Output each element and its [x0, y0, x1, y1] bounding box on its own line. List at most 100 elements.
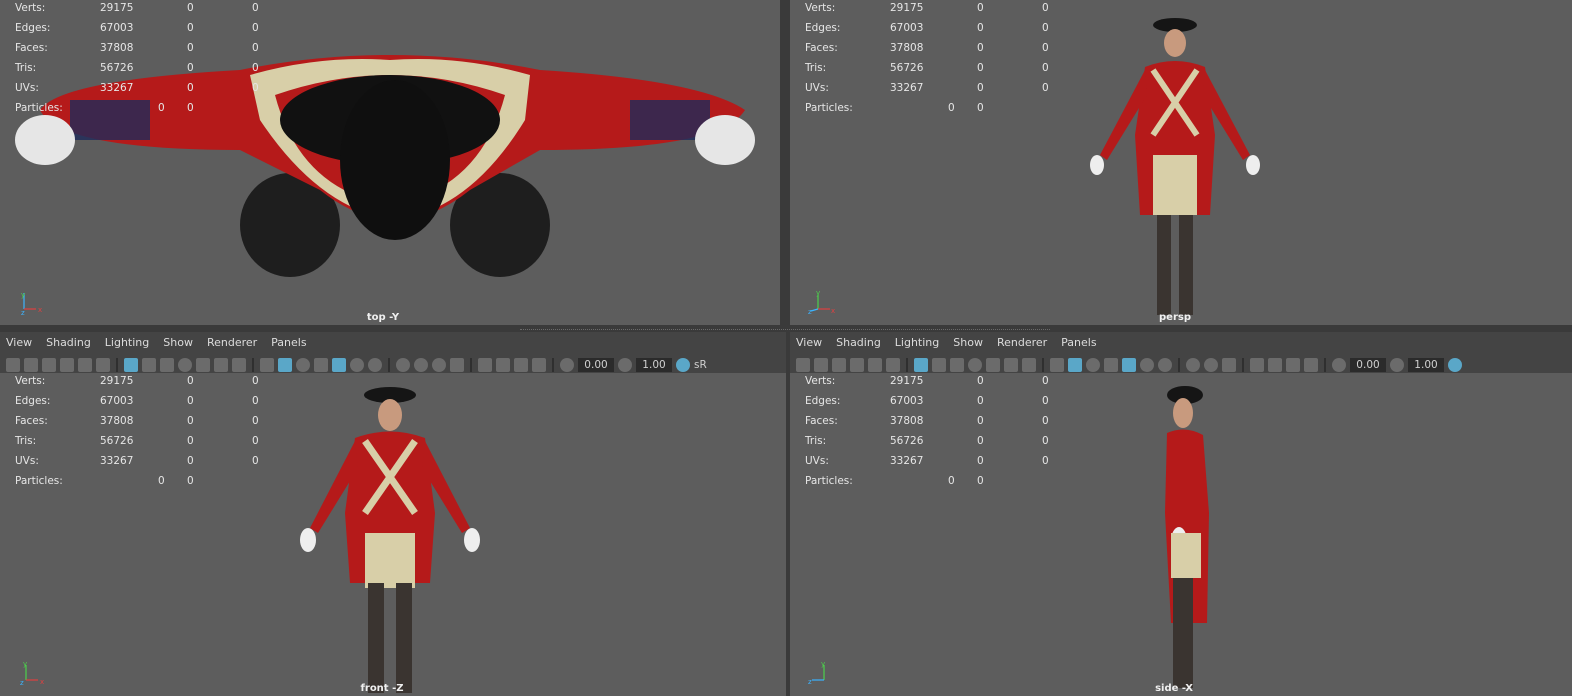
svg-text:x: x [38, 306, 42, 314]
safe-action-icon[interactable] [214, 358, 228, 372]
exposure-field[interactable]: 0.00 [578, 358, 614, 372]
xray-joints-icon[interactable] [1286, 358, 1300, 372]
resolution-gate-icon[interactable] [950, 358, 964, 372]
lights-icon[interactable] [1140, 358, 1154, 372]
svg-text:y: y [821, 660, 825, 668]
menu-show[interactable]: Show [163, 336, 193, 349]
safe-title-icon[interactable] [232, 358, 246, 372]
menu-show[interactable]: Show [953, 336, 983, 349]
svg-text:y: y [21, 291, 25, 299]
grid-icon[interactable] [124, 358, 138, 372]
camera-label-persp: persp [1159, 312, 1191, 323]
menu-lighting[interactable]: Lighting [895, 336, 939, 349]
textured-icon[interactable] [332, 358, 346, 372]
2d-pan-zoom-icon[interactable] [78, 358, 92, 372]
menu-shading[interactable]: Shading [836, 336, 881, 349]
motion-blur-icon[interactable] [1204, 358, 1218, 372]
image-plane-icon[interactable] [850, 358, 864, 372]
color-management-icon[interactable] [676, 358, 690, 372]
gate-mask-icon[interactable] [968, 358, 982, 372]
camera-attributes-icon[interactable] [24, 358, 38, 372]
isolate-select-icon[interactable] [1250, 358, 1264, 372]
menu-view[interactable]: View [796, 336, 822, 349]
field-chart-icon[interactable] [196, 358, 210, 372]
xray-components-icon[interactable] [1304, 358, 1318, 372]
viewport-top[interactable]: Verts: 29175 0 0 Edges: 67003 0 0 Faces: 37808 0… [0, 0, 780, 325]
textured-icon[interactable] [1122, 358, 1136, 372]
xray-joints-icon[interactable] [514, 358, 528, 372]
svg-text:x: x [831, 307, 835, 315]
gamma-icon[interactable] [1390, 358, 1404, 372]
menu-renderer[interactable]: Renderer [207, 336, 257, 349]
grid-icon[interactable] [914, 358, 928, 372]
anti-aliasing-icon[interactable] [432, 358, 446, 372]
camera-icon[interactable] [6, 358, 20, 372]
xray-icon[interactable] [496, 358, 510, 372]
menu-panels[interactable]: Panels [1061, 336, 1096, 349]
wireframe-icon[interactable] [1050, 358, 1064, 372]
motion-blur-icon[interactable] [414, 358, 428, 372]
exposure-icon[interactable] [1332, 358, 1346, 372]
shadows-icon[interactable] [1158, 358, 1172, 372]
bookmark-icon[interactable] [832, 358, 846, 372]
bookmark-icon[interactable] [42, 358, 56, 372]
grease-pencil-icon[interactable] [886, 358, 900, 372]
xray-components-icon[interactable] [532, 358, 546, 372]
wireframe-icon[interactable] [260, 358, 274, 372]
color-management-icon[interactable] [1448, 358, 1462, 372]
safe-title-icon[interactable] [1022, 358, 1036, 372]
exposure-icon[interactable] [560, 358, 574, 372]
grease-pencil-icon[interactable] [96, 358, 110, 372]
smooth-shade-icon[interactable] [1068, 358, 1082, 372]
menu-panels[interactable]: Panels [271, 336, 306, 349]
menu-view[interactable]: View [6, 336, 32, 349]
menu-shading[interactable]: Shading [46, 336, 91, 349]
safe-action-icon[interactable] [1004, 358, 1018, 372]
axis-gizmo: y x z [808, 289, 835, 315]
depth-of-field-icon[interactable] [1222, 358, 1236, 372]
image-plane-icon[interactable] [60, 358, 74, 372]
isolate-select-icon[interactable] [478, 358, 492, 372]
wireframe-on-shaded-icon[interactable] [314, 358, 328, 372]
axis-gizmo: y x z [21, 291, 42, 315]
gamma-icon[interactable] [618, 358, 632, 372]
film-gate-icon[interactable] [932, 358, 946, 372]
svg-text:x: x [40, 678, 44, 686]
smooth-shade-icon[interactable] [278, 358, 292, 372]
menu-renderer[interactable]: Renderer [997, 336, 1047, 349]
camera-attributes-icon[interactable] [814, 358, 828, 372]
default-material-icon[interactable] [296, 358, 310, 372]
viewport-front[interactable]: Verts: 29175 0 0 Edges: 67003 0 0 Faces: 37808 0… [0, 373, 786, 696]
exposure-field[interactable]: 0.00 [1350, 358, 1386, 372]
viewport-side[interactable]: Verts: 29175 0 0 Edges: 67003 0 0 Faces: 37808 0… [790, 373, 1572, 696]
lights-icon[interactable] [350, 358, 364, 372]
default-material-icon[interactable] [1086, 358, 1100, 372]
panel-menu: View Shading Lighting Show Renderer Panels [796, 336, 1111, 349]
ambient-occlusion-icon[interactable] [1186, 358, 1200, 372]
svg-text:z: z [808, 678, 812, 686]
viewport-persp[interactable]: Verts: 29175 0 0 Edges: 67003 0 0 Faces: 37808 0… [790, 0, 1572, 325]
film-gate-icon[interactable] [142, 358, 156, 372]
camera-label-front: front -Z [360, 683, 404, 694]
camera-label-side: side -X [1155, 683, 1193, 694]
depth-of-field-icon[interactable] [450, 358, 464, 372]
2d-pan-zoom-icon[interactable] [868, 358, 882, 372]
field-chart-icon[interactable] [986, 358, 1000, 372]
gamma-field[interactable]: 1.00 [1408, 358, 1444, 372]
gamma-field[interactable]: 1.00 [636, 358, 672, 372]
axis-gizmo: y x z [20, 660, 44, 686]
svg-text:z: z [21, 309, 25, 315]
color-management-label: sR [694, 359, 707, 371]
camera-icon[interactable] [796, 358, 810, 372]
panel-menu: View Shading Lighting Show Renderer Panels [6, 336, 321, 349]
gate-mask-icon[interactable] [178, 358, 192, 372]
shadows-icon[interactable] [368, 358, 382, 372]
axis-gizmo: y z [808, 660, 825, 686]
resolution-gate-icon[interactable] [160, 358, 174, 372]
camera-label-top: top -Y [366, 312, 400, 323]
wireframe-on-shaded-icon[interactable] [1104, 358, 1118, 372]
xray-icon[interactable] [1268, 358, 1282, 372]
svg-text:y: y [23, 660, 27, 668]
menu-lighting[interactable]: Lighting [105, 336, 149, 349]
ambient-occlusion-icon[interactable] [396, 358, 410, 372]
